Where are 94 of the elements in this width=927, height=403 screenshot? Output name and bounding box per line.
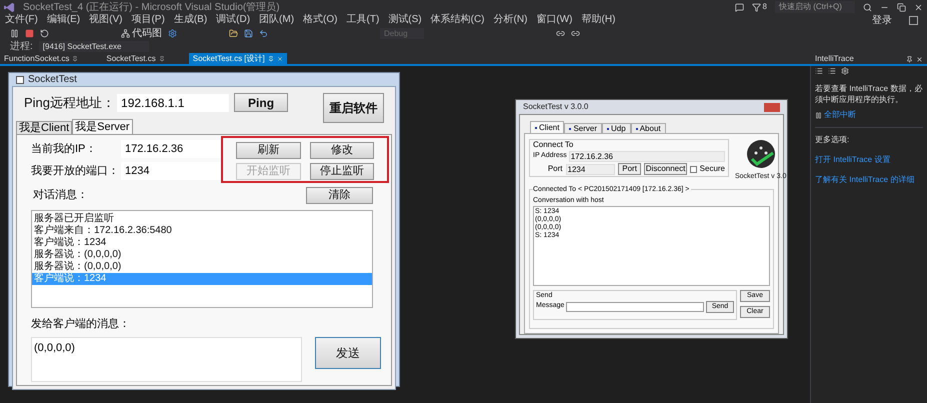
message-field[interactable] xyxy=(566,302,704,312)
process-label: 进程: xyxy=(10,40,33,54)
menu-item[interactable]: 项目(P) xyxy=(131,15,165,25)
notification-icon[interactable] xyxy=(752,2,761,12)
message-item[interactable]: 服务器说：(0,0,0,0) xyxy=(32,261,372,273)
menu-item[interactable]: 视图(V) xyxy=(89,15,122,25)
link-icon[interactable] xyxy=(556,28,565,38)
quick-launch-field[interactable]: 快速启动 (Ctrl+Q) xyxy=(775,1,855,13)
logo-icon xyxy=(4,2,15,12)
close-icon[interactable] xyxy=(916,56,923,62)
menu-item[interactable]: 窗口(W) xyxy=(536,15,573,25)
save-icon[interactable] xyxy=(244,28,253,38)
message-item[interactable]: 服务器已开启监听 xyxy=(32,213,372,225)
port-label: Port xyxy=(546,163,563,175)
port-button[interactable]: Port xyxy=(618,163,642,175)
code-map-icon[interactable] xyxy=(121,28,130,38)
undo-icon[interactable] xyxy=(259,28,268,38)
menu-item[interactable]: 格式(O) xyxy=(303,15,338,25)
action-button[interactable]: 停止监听 xyxy=(310,162,374,180)
panel-link[interactable]: 了解有关 IntelliTrace 的详细 xyxy=(815,174,923,186)
send-button[interactable]: 发送 xyxy=(314,336,381,368)
menu-item[interactable]: 测试(S) xyxy=(388,15,422,25)
menu-item[interactable]: 分析(N) xyxy=(494,15,528,25)
menu-item[interactable]: 帮助(H) xyxy=(582,15,616,25)
settings-icon[interactable] xyxy=(841,67,849,75)
process-dropdown[interactable]: [9416] SocketTest.exe xyxy=(38,41,149,52)
window-title: SocketTest v 3.0.0 xyxy=(523,101,588,113)
clear-button[interactable]: 清除 xyxy=(306,186,373,204)
pin-icon[interactable] xyxy=(72,56,78,62)
link-icon[interactable] xyxy=(571,28,580,38)
feedback-icon[interactable] xyxy=(734,2,744,12)
restart-icon[interactable] xyxy=(40,28,49,38)
window-title: SocketTest xyxy=(28,73,77,87)
ping-label: Ping远程地址： xyxy=(24,94,116,112)
action-button[interactable]: 修改 xyxy=(310,142,374,158)
send-label: 发给客户端的消息： xyxy=(31,316,131,332)
pause-icon[interactable] xyxy=(815,112,822,118)
text-field[interactable]: 172.16.2.36 xyxy=(121,140,221,158)
tab[interactable]: About xyxy=(630,123,666,133)
message-item[interactable]: 服务器说：(0,0,0,0) xyxy=(32,249,372,261)
disconnect-button[interactable]: Disconnect xyxy=(644,163,687,175)
menu-item[interactable]: 调试(D) xyxy=(216,15,250,25)
close-button[interactable] xyxy=(764,102,780,112)
text-field[interactable]: 1234 xyxy=(121,162,221,180)
list-icon[interactable] xyxy=(815,67,823,75)
stop-icon[interactable] xyxy=(25,28,34,38)
menu-item[interactable]: 团队(M) xyxy=(259,15,294,25)
ping-address-field[interactable]: 192.168.1.1 xyxy=(117,94,230,112)
restore-icon[interactable] xyxy=(897,2,906,12)
document-tab[interactable]: SocketTest.cs xyxy=(102,53,169,64)
field-label: 我要开放的端口： xyxy=(31,164,120,179)
secure-label: Secure xyxy=(700,163,726,175)
panel-message: 若要查看 IntelliTrace 数据，必须中断应用程序的执行。 xyxy=(815,83,923,105)
port-field[interactable]: 1234 xyxy=(566,164,615,174)
menu-item[interactable]: 体系结构(C) xyxy=(430,15,485,25)
tab[interactable]: 我是Server xyxy=(72,119,133,134)
gear-icon[interactable] xyxy=(168,28,177,38)
document-tab[interactable]: FunctionSocket.cs xyxy=(0,53,82,64)
close-icon[interactable] xyxy=(914,2,923,12)
notification-count: 8 xyxy=(762,1,767,13)
conversation-label: 对话消息： xyxy=(32,188,88,203)
menu-item[interactable]: 编辑(E) xyxy=(46,15,80,25)
logo-icon xyxy=(746,139,776,169)
code-map-label[interactable]: 代码图 xyxy=(132,26,162,40)
tab[interactable]: Client xyxy=(530,121,564,133)
field-label: 当前我的IP： xyxy=(31,142,98,157)
message-input[interactable]: (0,0,0,0) xyxy=(31,336,302,382)
pause-icon[interactable] xyxy=(10,28,19,38)
restart-button[interactable]: 重启软件 xyxy=(323,93,384,123)
list-icon[interactable] xyxy=(828,67,836,75)
folder-icon[interactable] xyxy=(229,28,238,38)
pin-icon[interactable] xyxy=(906,56,913,62)
ping-button[interactable]: Ping xyxy=(234,93,288,112)
group-title: Connect To xyxy=(533,140,574,150)
menu-item[interactable]: 工具(T) xyxy=(346,15,380,25)
app-icon xyxy=(16,76,24,84)
message-item[interactable]: 客户端说：1234 xyxy=(32,237,372,249)
menu-item[interactable]: 文件(F) xyxy=(5,15,38,25)
message-item[interactable]: 客户端来自：172.16.2.36:5480 xyxy=(32,225,372,237)
search-icon[interactable] xyxy=(863,2,872,12)
sign-in-link[interactable]: 登录 xyxy=(872,12,892,28)
break-all-link[interactable]: 全部中断 xyxy=(824,109,856,121)
tab[interactable]: Udp xyxy=(602,123,631,133)
action-button[interactable]: 刷新 xyxy=(236,142,300,158)
tab[interactable]: 我是Client xyxy=(16,121,72,134)
secure-checkbox[interactable] xyxy=(690,166,697,172)
more-options-label: 更多选项: xyxy=(815,134,850,146)
panel-link[interactable]: 打开 IntelliTrace 设置 xyxy=(815,154,923,166)
ip-field[interactable]: 172.16.2.36 xyxy=(568,150,725,162)
ide-title: SocketTest_4 (正在运行) - Microsoft Visual Studio(管理员) xyxy=(23,0,280,14)
tab[interactable]: Server xyxy=(564,123,602,133)
menu-item[interactable]: 生成(B) xyxy=(174,15,208,25)
pin-icon[interactable] xyxy=(158,56,165,62)
panel-title: IntelliTrace xyxy=(815,53,854,65)
